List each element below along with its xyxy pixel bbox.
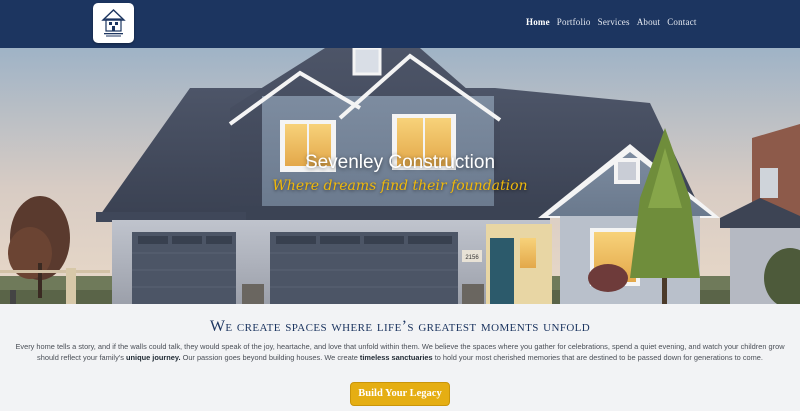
nav-menu: Home Portfolio Services About Contact: [526, 17, 697, 27]
nav-services[interactable]: Services: [598, 17, 630, 27]
nav-about[interactable]: About: [637, 17, 661, 27]
nav-home[interactable]: Home: [526, 17, 550, 27]
nav-portfolio[interactable]: Portfolio: [557, 17, 591, 27]
para-emphasis-2: timeless sanctuaries: [359, 353, 433, 362]
house-number: 2156: [465, 255, 479, 261]
intro-section: We create spaces where life’s greatest m…: [0, 304, 800, 411]
company-logo[interactable]: [93, 3, 134, 43]
para-emphasis-1: unique journey.: [126, 353, 181, 362]
hero-subtitle: Where dreams find their foundation: [272, 178, 528, 194]
para-text-3: to hold your most cherished memories tha…: [432, 353, 763, 362]
intro-paragraph: Every home tells a story, and if the wal…: [14, 341, 786, 363]
house-logo-icon: [101, 9, 126, 37]
hero-title: Sevenley Construction: [304, 152, 496, 173]
para-text-2: Our passion goes beyond building houses.…: [180, 353, 360, 362]
hero-banner: 2156 Sevenley Construction Where dreams …: [0, 48, 800, 304]
hero-house-photo: 2156: [0, 48, 800, 304]
build-your-legacy-button[interactable]: Build Your Legacy: [350, 382, 450, 406]
top-navbar: Home Portfolio Services About Contact: [0, 0, 800, 48]
nav-contact[interactable]: Contact: [667, 17, 696, 27]
section-headline: We create spaces where life’s greatest m…: [209, 318, 591, 335]
